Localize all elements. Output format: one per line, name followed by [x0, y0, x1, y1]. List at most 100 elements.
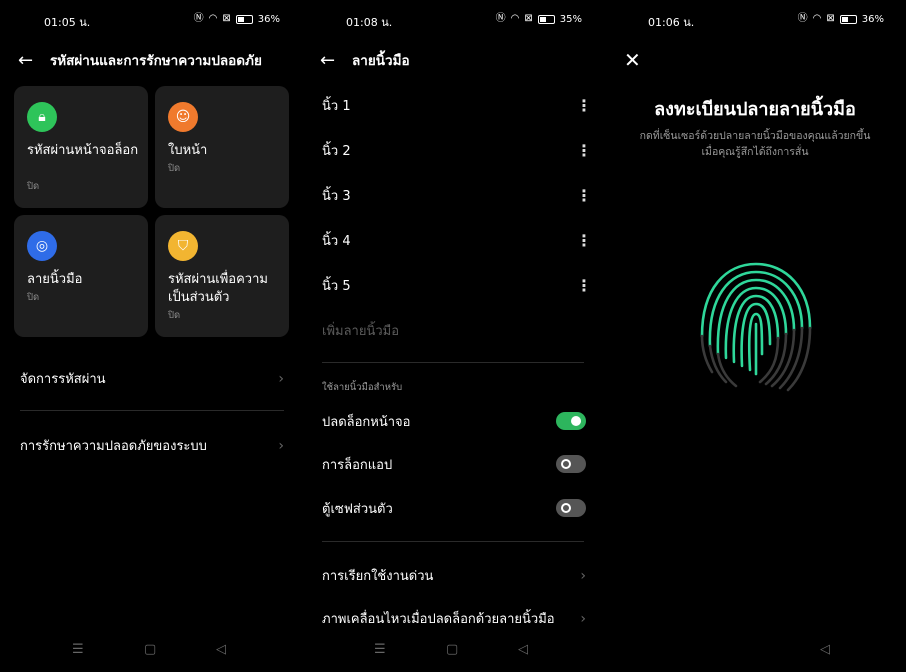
toggle-row-private-safe[interactable]: ตู้เซฟส่วนตัว	[322, 497, 586, 519]
wifi-icon: ◠	[812, 13, 822, 24]
back-arrow-icon[interactable]: ←	[18, 50, 42, 71]
chevron-right-icon: ›	[580, 610, 586, 627]
back-nav-icon[interactable]: ◁	[216, 642, 226, 657]
sim-off-icon: ⊠	[524, 13, 533, 24]
sim-off-icon: ⊠	[826, 13, 835, 24]
shield-icon: ⛉	[168, 231, 198, 261]
finger-label: นิ้ว 5	[322, 278, 351, 294]
app-lock-toggle[interactable]	[556, 455, 586, 473]
finger-row[interactable]: นิ้ว 5 ⋮	[322, 274, 592, 296]
enroll-title: ลงทะเบียนปลายลายนิ้วมือ	[654, 99, 856, 120]
card-status: ปิด	[168, 310, 181, 321]
status-bar: 01:06 น. Ⓝ ◠ ⊠ 36%	[604, 12, 906, 29]
nav-bar: ☰ ▢ ◁	[302, 642, 604, 660]
card-title: ใบหน้า	[168, 143, 208, 158]
card-status: ปิด	[27, 292, 40, 303]
row-label: การรักษาความปลอดภัยของระบบ	[20, 439, 207, 454]
more-vert-icon[interactable]: ⋮	[576, 186, 592, 205]
finger-label: นิ้ว 3	[322, 188, 351, 204]
menu-nav-icon[interactable]: ☰	[72, 642, 84, 657]
lock-icon: 🔒︎	[27, 102, 57, 132]
status-time: 01:05 น.	[44, 16, 91, 29]
back-nav-icon[interactable]: ◁	[518, 642, 528, 657]
fingerprint-settings-screen: 01:08 น. Ⓝ ◠ ⊠ 35% ← ลายนิ้วมือ นิ้ว 1 ⋮…	[302, 0, 604, 672]
nfc-icon: Ⓝ	[797, 13, 808, 24]
card-privacy-password[interactable]: ⛉ รหัสผ่านเพื่อความเป็นส่วนตัว ปิด	[155, 215, 289, 337]
divider	[20, 410, 284, 411]
wifi-icon: ◠	[510, 13, 520, 24]
add-fingerprint-button[interactable]: เพิ่มลายนิ้วมือ	[322, 320, 399, 341]
toggle-row-unlock-screen[interactable]: ปลดล็อกหน้าจอ	[322, 410, 586, 432]
more-vert-icon[interactable]: ⋮	[576, 231, 592, 250]
card-fingerprint[interactable]: ◎ ลายนิ้วมือ ปิด	[14, 215, 148, 337]
nfc-icon: Ⓝ	[495, 13, 506, 24]
toggle-label: ปลดล็อกหน้าจอ	[322, 414, 411, 430]
chevron-right-icon: ›	[278, 370, 284, 387]
chevron-right-icon: ›	[580, 567, 586, 584]
quick-launch-row[interactable]: การเรียกใช้งานด่วน ›	[322, 565, 586, 586]
menu-nav-icon[interactable]: ☰	[374, 642, 386, 657]
battery-percent: 36%	[861, 13, 884, 25]
more-vert-icon[interactable]: ⋮	[576, 96, 592, 115]
card-status: ปิด	[168, 163, 181, 174]
card-title: รหัสผ่านหน้าจอล็อก	[27, 143, 139, 158]
fingerprint-enroll-screen: 01:06 น. Ⓝ ◠ ⊠ 36% ✕ ลงทะเบียนปลายลายนิ้…	[604, 0, 906, 672]
finger-label: นิ้ว 2	[322, 143, 351, 159]
enroll-instructions-line2: เมื่อคุณรู้สึกได้ถึงการสั่น	[701, 146, 809, 158]
manage-passwords-row[interactable]: จัดการรหัสผ่าน ›	[20, 368, 284, 389]
fingerprint-illustration-icon	[700, 262, 812, 392]
finger-label: นิ้ว 1	[322, 98, 351, 114]
back-arrow-icon[interactable]: ←	[320, 50, 344, 71]
section-header: ใช้ลายนิ้วมือสำหรับ	[322, 382, 403, 393]
finger-row[interactable]: นิ้ว 4 ⋮	[322, 229, 592, 251]
status-time: 01:06 น.	[648, 16, 695, 29]
status-bar: 01:05 น. Ⓝ ◠ ⊠ 36%	[0, 12, 302, 29]
card-face[interactable]: ☺ ใบหน้า ปิด	[155, 86, 289, 208]
page-title: ลายนิ้วมือ	[352, 53, 410, 69]
wifi-icon: ◠	[208, 13, 218, 24]
enroll-instructions: กดที่เซ็นเซอร์ด้วยปลายลายนิ้วมือของคุณแล…	[624, 128, 886, 160]
row-label: ภาพเคลื่อนไหวเมื่อปลดล็อกด้วยลายนิ้วมือ	[322, 612, 555, 627]
status-bar: 01:08 น. Ⓝ ◠ ⊠ 35%	[302, 12, 604, 29]
battery-icon	[839, 14, 857, 24]
finger-row[interactable]: นิ้ว 2 ⋮	[322, 139, 592, 161]
nav-bar: ☰ ▢ ◁	[0, 642, 302, 660]
more-vert-icon[interactable]: ⋮	[576, 276, 592, 295]
card-title: ลายนิ้วมือ	[27, 272, 83, 287]
nav-bar: ◁	[604, 642, 906, 660]
more-vert-icon[interactable]: ⋮	[576, 141, 592, 160]
page-title: รหัสผ่านและการรักษาความปลอดภัย	[50, 53, 262, 69]
sim-off-icon: ⊠	[222, 13, 231, 24]
card-lock-screen-password[interactable]: 🔒︎ รหัสผ่านหน้าจอล็อก ปิด	[14, 86, 148, 208]
battery-icon	[537, 14, 555, 24]
card-title: รหัสผ่านเพื่อความเป็นส่วนตัว	[168, 272, 268, 305]
private-safe-toggle[interactable]	[556, 499, 586, 517]
toggle-label: การล็อกแอป	[322, 457, 393, 473]
finger-row[interactable]: นิ้ว 1 ⋮	[322, 94, 592, 116]
toggle-row-app-lock[interactable]: การล็อกแอป	[322, 453, 586, 475]
system-security-row[interactable]: การรักษาความปลอดภัยของระบบ ›	[20, 435, 284, 456]
finger-row[interactable]: นิ้ว 3 ⋮	[322, 184, 592, 206]
card-status: ปิด	[27, 181, 40, 192]
divider	[322, 362, 584, 363]
unlock-screen-toggle[interactable]	[556, 412, 586, 430]
battery-percent: 35%	[559, 13, 582, 25]
close-icon[interactable]: ✕	[624, 48, 641, 72]
unlock-animation-row[interactable]: ภาพเคลื่อนไหวเมื่อปลดล็อกด้วยลายนิ้วมือ …	[322, 608, 586, 629]
status-time: 01:08 น.	[346, 16, 393, 29]
security-settings-screen: 01:05 น. Ⓝ ◠ ⊠ 36% ← รหัสผ่านและการรักษา…	[0, 0, 302, 672]
toggle-label: ตู้เซฟส่วนตัว	[322, 501, 393, 517]
divider	[322, 541, 584, 542]
face-icon: ☺	[168, 102, 198, 132]
back-nav-icon[interactable]: ◁	[820, 642, 830, 657]
home-nav-icon[interactable]: ▢	[446, 642, 458, 657]
fingerprint-icon: ◎	[27, 231, 57, 261]
battery-icon	[235, 14, 253, 24]
chevron-right-icon: ›	[278, 437, 284, 454]
battery-percent: 36%	[257, 13, 280, 25]
enroll-instructions-line1: กดที่เซ็นเซอร์ด้วยปลายลายนิ้วมือของคุณแล…	[639, 130, 871, 142]
row-label: การเรียกใช้งานด่วน	[322, 569, 434, 584]
finger-label: นิ้ว 4	[322, 233, 351, 249]
nfc-icon: Ⓝ	[193, 13, 204, 24]
home-nav-icon[interactable]: ▢	[144, 642, 156, 657]
